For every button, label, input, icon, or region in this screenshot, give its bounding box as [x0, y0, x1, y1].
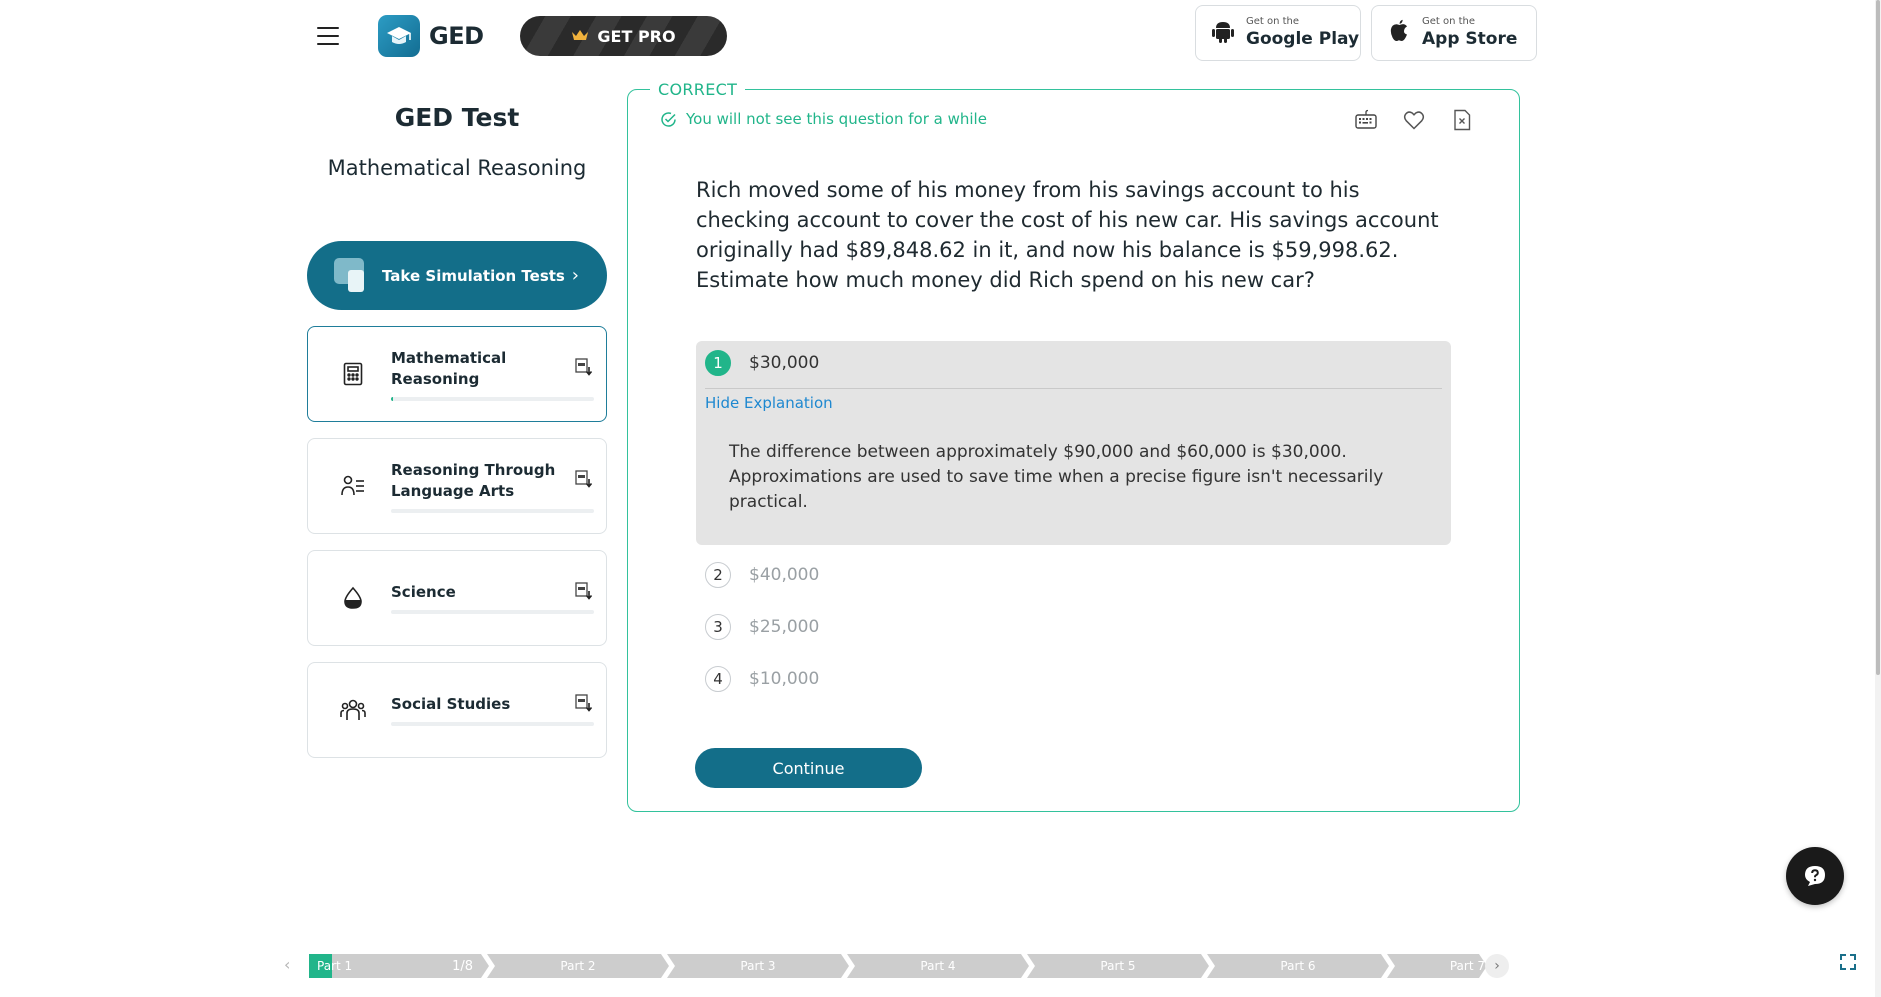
answer-text: $25,000 [749, 617, 820, 637]
part-label: Part 6 [1280, 959, 1316, 973]
part-4[interactable]: Part 4 [847, 954, 1029, 978]
app-logo[interactable]: GED [378, 15, 484, 57]
answer-option-3[interactable]: 3 $25,000 [705, 614, 819, 640]
answer-number: 4 [705, 666, 731, 692]
continue-button[interactable]: Continue [695, 748, 922, 788]
status-line: You will not see this question for a whi… [660, 110, 987, 128]
simulation-label: Take Simulation Tests [382, 266, 565, 285]
chat-support-button[interactable] [1786, 847, 1844, 905]
crown-icon [571, 27, 589, 46]
android-icon [1212, 19, 1234, 47]
app-store-button[interactable]: Get on the App Store [1371, 5, 1537, 61]
menu-icon-line [317, 27, 339, 29]
question-text: Rich moved some of his money from his sa… [696, 178, 1439, 292]
heart-icon[interactable] [1402, 108, 1426, 132]
download-pdf-icon[interactable] [574, 693, 594, 713]
subject-name: Science [391, 583, 456, 601]
part-3[interactable]: Part 3 [667, 954, 849, 978]
part-label: Part 7 [1449, 959, 1485, 973]
answer-option-4[interactable]: 4 $10,000 [705, 666, 819, 692]
part-5[interactable]: Part 5 [1027, 954, 1209, 978]
simulation-devices-icon [334, 257, 370, 294]
part-7[interactable]: Part 7 [1387, 954, 1487, 978]
answer-number: 1 [705, 350, 731, 376]
part-label: Part 2 [560, 959, 596, 973]
answer-text: $40,000 [749, 565, 820, 585]
part-label: Part 5 [1100, 959, 1136, 973]
answer-text: $10,000 [749, 669, 820, 689]
menu-icon-line [317, 43, 339, 45]
app-store-small: Get on the [1422, 16, 1476, 27]
get-pro-label: GET PRO [597, 26, 676, 46]
report-document-icon[interactable] [1450, 108, 1474, 132]
subject-card-science[interactable]: Science [307, 550, 607, 646]
subject-name: Mathematical Reasoning [391, 348, 507, 388]
calculator-icon [339, 359, 367, 389]
page-subtitle: Mathematical Reasoning [327, 156, 587, 180]
subject-card-reasoning-through-language-arts[interactable]: Reasoning Through Language Arts [307, 438, 607, 534]
check-circle-icon [661, 111, 676, 127]
answer-option-1[interactable]: 1 $30,000 [705, 350, 819, 376]
part-label: Part 4 [920, 959, 956, 973]
part-6[interactable]: Part 6 [1207, 954, 1389, 978]
parts-progress-bar: Part 1 1/8 Part 2 Part 3 Part 4 Part 5 P… [281, 954, 1506, 978]
chevron-right-icon: › [571, 265, 579, 286]
subject-progress-bar [391, 610, 594, 614]
menu-icon-line [317, 35, 339, 37]
fullscreen-icon[interactable] [1839, 953, 1857, 971]
part-2[interactable]: Part 2 [487, 954, 669, 978]
answer-text: $30,000 [749, 353, 820, 373]
part-label: Part 1 [317, 959, 353, 973]
part-label: Part 3 [740, 959, 776, 973]
subject-card-social-studies[interactable]: Social Studies [307, 662, 607, 758]
google-play-small: Get on the [1246, 16, 1300, 27]
subject-name: Reasoning Through Language Arts [391, 460, 556, 500]
part-1[interactable]: Part 1 1/8 [309, 954, 489, 978]
keyboard-icon[interactable] [1354, 108, 1378, 132]
google-play-button[interactable]: Get on the Google Play [1195, 5, 1361, 61]
subject-progress-bar [391, 722, 594, 726]
google-play-label: Google Play [1246, 29, 1360, 49]
graduation-cap-icon [378, 15, 420, 57]
parts-scroll-right-icon[interactable]: › [1485, 954, 1509, 978]
explanation-text: The difference between approximately $90… [729, 442, 1384, 512]
status-message: You will not see this question for a whi… [686, 110, 987, 128]
people-group-icon [339, 695, 367, 725]
logo-text: GED [429, 22, 484, 50]
hide-explanation-link[interactable]: Hide Explanation [705, 394, 833, 412]
page-scrollbar-thumb[interactable] [1876, 0, 1880, 675]
page-title: GED Test [394, 103, 520, 132]
download-pdf-icon[interactable] [574, 469, 594, 489]
menu-icon[interactable] [317, 27, 339, 45]
answer-number: 2 [705, 562, 731, 588]
subject-progress-fill [391, 396, 394, 401]
answer-number: 3 [705, 614, 731, 640]
subject-progress-bar [391, 396, 594, 401]
status-legend: CORRECT [650, 80, 746, 99]
apple-icon [1388, 19, 1410, 47]
answer-option-2[interactable]: 2 $40,000 [705, 562, 819, 588]
subject-progress-bar [391, 508, 594, 513]
reading-person-icon [339, 471, 367, 501]
download-pdf-icon[interactable] [574, 581, 594, 601]
part-progress-count: 1/8 [452, 958, 473, 974]
app-store-label: App Store [1422, 29, 1518, 49]
subject-name: Social Studies [391, 695, 511, 713]
answer-divider [705, 388, 1442, 389]
chat-question-icon [1805, 866, 1825, 886]
download-pdf-icon[interactable] [574, 357, 594, 377]
take-simulation-tests-button[interactable]: Take Simulation Tests › [307, 241, 607, 310]
subject-card-mathematical-reasoning[interactable]: Mathematical Reasoning [307, 326, 607, 422]
droplet-icon [339, 583, 367, 613]
get-pro-button[interactable]: GET PRO [520, 16, 727, 56]
